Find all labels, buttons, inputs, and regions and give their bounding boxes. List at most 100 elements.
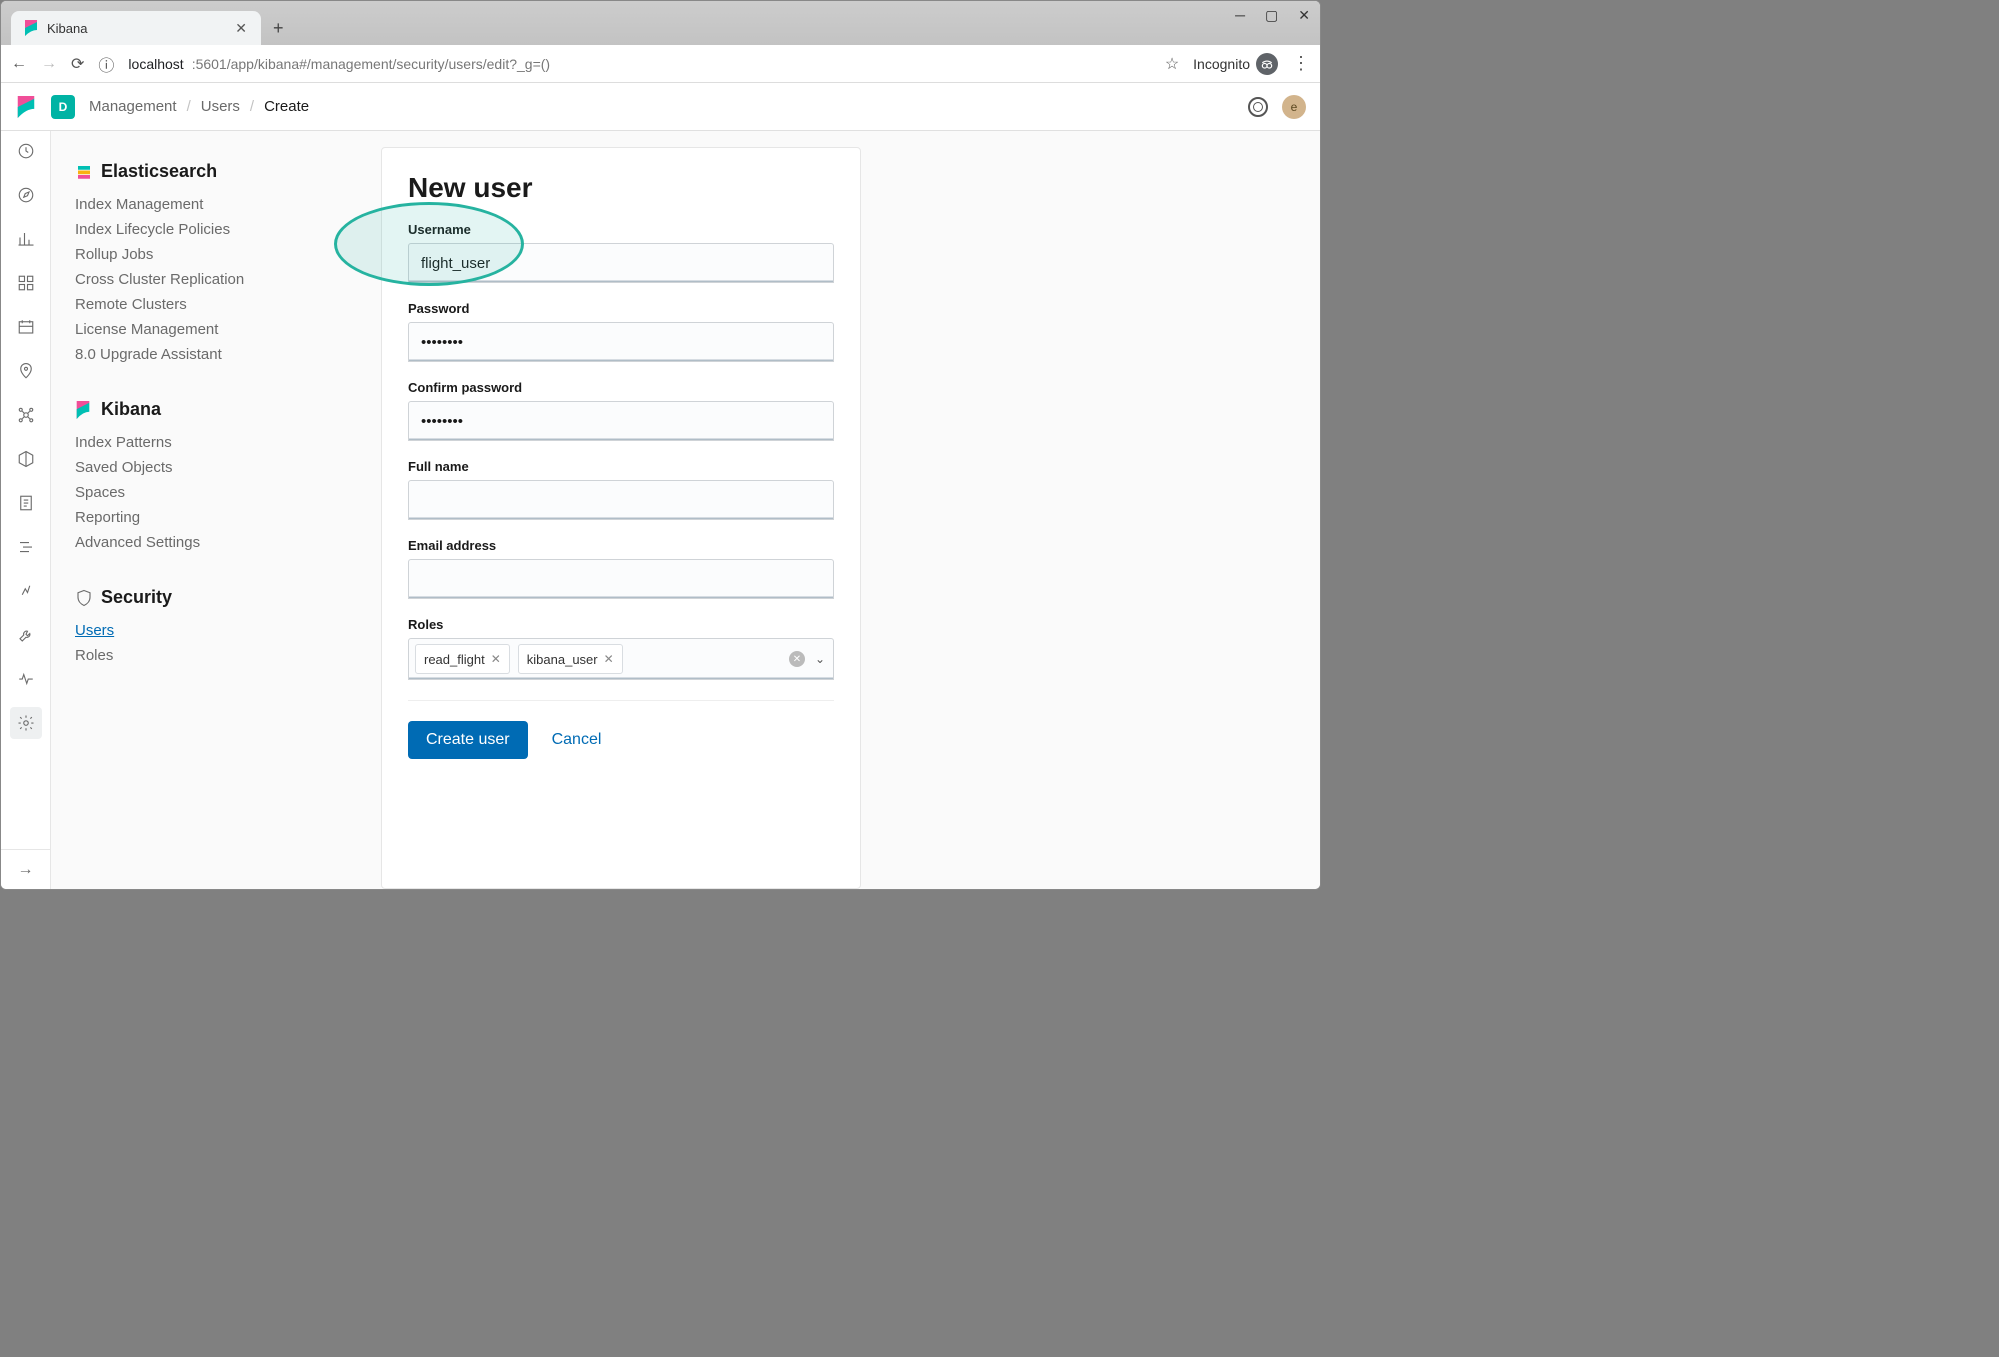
incognito-icon [1256, 53, 1278, 75]
side-menu-item[interactable]: Roles [75, 643, 327, 668]
nav-back-icon[interactable]: ← [11, 55, 27, 73]
username-label: Username [408, 222, 834, 237]
email-input[interactable] [408, 559, 834, 599]
roles-clear-icon[interactable]: ✕ [789, 651, 805, 667]
form-title: New user [408, 172, 834, 204]
ml-icon[interactable] [10, 399, 42, 431]
browser-toolbar: ← → ⟳ ⓘ localhost :5601/app/kibana#/manag… [1, 45, 1320, 83]
kibana-header: D Management / Users / Create e [1, 83, 1320, 131]
side-menu-group-title: Security [75, 587, 327, 608]
management-icon[interactable] [10, 707, 42, 739]
role-pill[interactable]: read_flight✕ [415, 644, 510, 674]
side-menu-item[interactable]: Advanced Settings [75, 530, 327, 555]
discover-icon[interactable] [10, 179, 42, 211]
fullname-label: Full name [408, 459, 834, 474]
elasticsearch-icon [75, 163, 93, 181]
nav-forward-icon: → [41, 55, 57, 73]
side-menu-item[interactable]: Reporting [75, 505, 327, 530]
group-title-text: Security [101, 587, 172, 608]
group-title-text: Kibana [101, 399, 161, 420]
password-label: Password [408, 301, 834, 316]
side-menu-item[interactable]: Spaces [75, 480, 327, 505]
fullname-input[interactable] [408, 480, 834, 520]
role-pill-label: kibana_user [527, 652, 598, 667]
group-title-text: Elasticsearch [101, 161, 217, 182]
new-user-card: New user Username Password Confirm passw… [381, 147, 861, 889]
incognito-label: Incognito [1193, 56, 1250, 72]
divider [408, 700, 834, 701]
uptime-icon[interactable] [10, 575, 42, 607]
breadcrumb-sep-icon: / [187, 98, 191, 115]
side-menu-item[interactable]: Cross Cluster Replication [75, 267, 327, 292]
side-menu-item[interactable]: Remote Clusters [75, 292, 327, 317]
devtools-icon[interactable] [10, 619, 42, 651]
window-minimize-icon[interactable]: ─ [1235, 7, 1245, 24]
kibana-favicon-icon [23, 20, 39, 36]
content-area: Elasticsearch Index ManagementIndex Lifec… [51, 131, 1320, 889]
browser-tab[interactable]: Kibana ✕ [11, 11, 261, 45]
url-origin: localhost [128, 56, 183, 72]
breadcrumb-users[interactable]: Users [201, 98, 240, 115]
help-icon[interactable] [1248, 97, 1268, 117]
side-menu-item[interactable]: Index Management [75, 192, 327, 217]
create-user-button[interactable]: Create user [408, 721, 528, 759]
visualize-icon[interactable] [10, 223, 42, 255]
username-input[interactable] [408, 243, 834, 283]
nav-reload-icon[interactable]: ⟳ [71, 54, 84, 74]
browser-titlebar: Kibana ✕ + ─ ▢ ✕ [1, 1, 1320, 45]
side-menu-item[interactable]: 8.0 Upgrade Assistant [75, 342, 327, 367]
monitoring-icon[interactable] [10, 663, 42, 695]
kibana-icon [75, 401, 93, 419]
timelion-icon[interactable] [10, 311, 42, 343]
window-maximize-icon[interactable]: ▢ [1265, 7, 1278, 24]
incognito-indicator: Incognito [1193, 53, 1278, 75]
recent-icon[interactable] [10, 135, 42, 167]
kibana-logo-icon[interactable] [15, 96, 37, 118]
tab-close-icon[interactable]: ✕ [233, 20, 249, 37]
url-path: :5601/app/kibana#/management/security/us… [192, 56, 550, 72]
role-remove-icon[interactable]: ✕ [604, 652, 614, 666]
dashboard-icon[interactable] [10, 267, 42, 299]
chevron-down-icon[interactable]: ⌄ [815, 652, 825, 666]
breadcrumb: Management / Users / Create [89, 98, 309, 115]
roles-label: Roles [408, 617, 834, 632]
password-input[interactable] [408, 322, 834, 362]
tab-title: Kibana [47, 21, 225, 36]
browser-menu-icon[interactable]: ⋮ [1292, 53, 1310, 74]
address-bar[interactable]: localhost :5601/app/kibana#/management/se… [128, 56, 1150, 72]
user-avatar[interactable]: e [1282, 95, 1306, 119]
apm-icon[interactable] [10, 531, 42, 563]
side-menu-item[interactable]: License Management [75, 317, 327, 342]
new-tab-icon[interactable]: + [273, 18, 284, 39]
nav-iconbar: → [1, 131, 51, 889]
infra-icon[interactable] [10, 443, 42, 475]
browser-window: Kibana ✕ + ─ ▢ ✕ ← → ⟳ ⓘ localhost :5601/… [0, 0, 1321, 890]
role-pill[interactable]: kibana_user ✕ [518, 644, 623, 674]
shield-icon [75, 589, 93, 607]
side-menu-item[interactable]: Saved Objects [75, 455, 327, 480]
side-menu-item[interactable]: Users [75, 618, 327, 643]
side-menu-group-title: Elasticsearch [75, 161, 327, 182]
confirm-password-input[interactable] [408, 401, 834, 441]
side-menu-group-title: Kibana [75, 399, 327, 420]
role-remove-icon[interactable]: ✕ [491, 652, 501, 666]
bookmark-star-icon[interactable]: ☆ [1165, 54, 1179, 74]
window-close-icon[interactable]: ✕ [1298, 7, 1310, 24]
cancel-button[interactable]: Cancel [552, 731, 602, 749]
side-menu-item[interactable]: Index Lifecycle Policies [75, 217, 327, 242]
breadcrumb-management[interactable]: Management [89, 98, 177, 115]
side-menu-item[interactable]: Index Patterns [75, 430, 327, 455]
breadcrumb-create: Create [264, 98, 309, 115]
breadcrumb-sep-icon: / [250, 98, 254, 115]
site-info-icon[interactable]: ⓘ [98, 52, 114, 76]
roles-combobox[interactable]: read_flight✕ kibana_user ✕ ✕ ⌄ [408, 638, 834, 680]
management-side-menu: Elasticsearch Index ManagementIndex Lifec… [51, 131, 351, 889]
maps-icon[interactable] [10, 355, 42, 387]
email-label: Email address [408, 538, 834, 553]
main: → Elasticsearch Index ManagementIndex Lif… [1, 131, 1320, 889]
space-selector[interactable]: D [51, 95, 75, 119]
window-controls: ─ ▢ ✕ [1235, 7, 1310, 24]
logs-icon[interactable] [10, 487, 42, 519]
side-menu-item[interactable]: Rollup Jobs [75, 242, 327, 267]
collapse-nav-icon[interactable]: → [1, 849, 51, 889]
